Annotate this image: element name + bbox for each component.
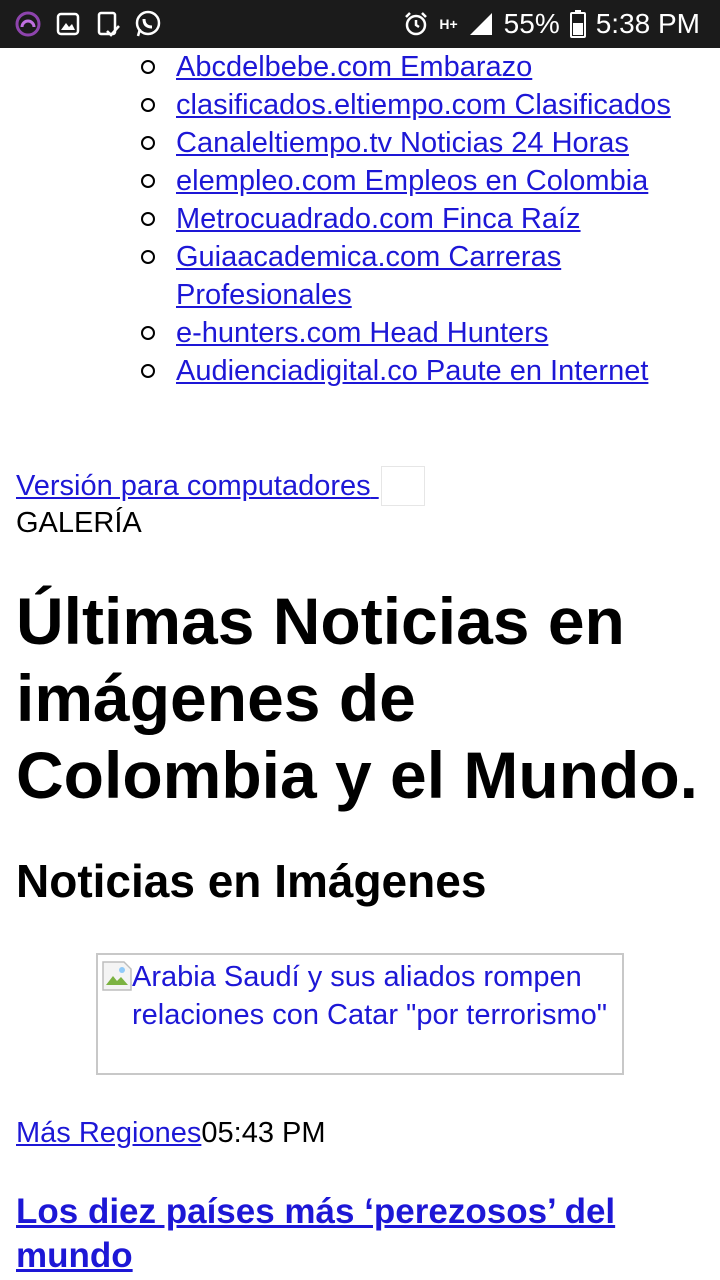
- bullet-icon: [141, 136, 155, 150]
- bullet-icon: [141, 60, 155, 74]
- whatsapp-icon: [134, 10, 162, 38]
- desktop-version-row: Versión para computadores: [16, 466, 425, 506]
- webpage-content: Abcdelbebe.com Embarazo clasificados.elt…: [0, 48, 720, 1280]
- bullet-icon: [141, 364, 155, 378]
- list-item: Audienciadigital.co Paute en Internet: [0, 352, 720, 390]
- site-link-canaleltiempo[interactable]: Canaleltiempo.tv Noticias 24 Horas: [176, 127, 629, 159]
- system-indicators: H+ 55% 5:38 PM: [403, 6, 700, 42]
- bullet-icon: [141, 326, 155, 340]
- desktop-version-link[interactable]: Versión para computadores: [16, 467, 379, 505]
- story-link[interactable]: Los diez países más ‘perezosos’ del mund…: [16, 1192, 615, 1275]
- bullet-icon: [141, 250, 155, 264]
- story-meta: Más Regiones05:43 PM: [16, 1114, 326, 1152]
- signal-icon: [468, 11, 494, 37]
- battery-percent: 55%: [503, 8, 560, 39]
- list-item: e-hunters.com Head Hunters: [0, 314, 720, 352]
- list-item: Metrocuadrado.com Finca Raíz: [0, 200, 720, 238]
- desktop-version-label: Versión para computadores: [16, 470, 371, 502]
- story-title: Los diez países más ‘perezosos’ del mund…: [16, 1190, 706, 1278]
- list-item: elempleo.com Empleos en Colombia: [0, 162, 720, 200]
- category-link[interactable]: Más Regiones: [16, 1117, 201, 1149]
- section-heading: Noticias en Imágenes: [16, 855, 487, 907]
- site-links-list: Abcdelbebe.com Embarazo clasificados.elt…: [0, 48, 720, 390]
- broken-image-icon: [102, 961, 132, 991]
- status-bar: H+ 55% 5:38 PM: [0, 0, 720, 48]
- alarm-icon: [403, 11, 429, 37]
- bullet-icon: [141, 98, 155, 112]
- site-link-metrocuadrado[interactable]: Metrocuadrado.com Finca Raíz: [176, 203, 581, 235]
- bullet-icon: [141, 212, 155, 226]
- network-h-plus-icon: H+: [439, 16, 458, 32]
- featured-image-alt-text: Arabia Saudí y sus aliados rompen relaci…: [132, 961, 608, 1031]
- notification-icons: [14, 8, 162, 40]
- site-link-guiaacademica[interactable]: Guiaacademica.com Carreras Profesionales: [176, 241, 561, 311]
- site-link-e-hunters[interactable]: e-hunters.com Head Hunters: [176, 317, 548, 349]
- site-link-audienciadigital[interactable]: Audienciadigital.co Paute en Internet: [176, 355, 648, 387]
- bullet-icon: [141, 174, 155, 188]
- list-item: Canaleltiempo.tv Noticias 24 Horas: [0, 124, 720, 162]
- site-link-elempleo[interactable]: elempleo.com Empleos en Colombia: [176, 165, 648, 197]
- list-item: Guiaacademica.com Carreras Profesionales: [0, 238, 720, 314]
- featured-image-link[interactable]: Arabia Saudí y sus aliados rompen relaci…: [96, 953, 624, 1075]
- story-time: 05:43 PM: [201, 1117, 326, 1149]
- clock: 5:38 PM: [595, 8, 700, 39]
- site-link-clasificados[interactable]: clasificados.eltiempo.com Clasificados: [176, 89, 671, 121]
- battery-icon: [569, 10, 586, 38]
- list-item: Abcdelbebe.com Embarazo: [0, 48, 720, 86]
- app-circle-icon: [14, 10, 42, 38]
- image-icon: [54, 10, 82, 38]
- section-label: GALERÍA: [16, 507, 142, 539]
- list-item: clasificados.eltiempo.com Clasificados: [0, 86, 720, 124]
- site-link-abcdelbebe[interactable]: Abcdelbebe.com Embarazo: [176, 51, 532, 83]
- broken-image-icon: [380, 466, 425, 506]
- clipboard-check-icon: [94, 10, 122, 38]
- page-title: Últimas Noticias en imágenes de Colombia…: [16, 584, 699, 812]
